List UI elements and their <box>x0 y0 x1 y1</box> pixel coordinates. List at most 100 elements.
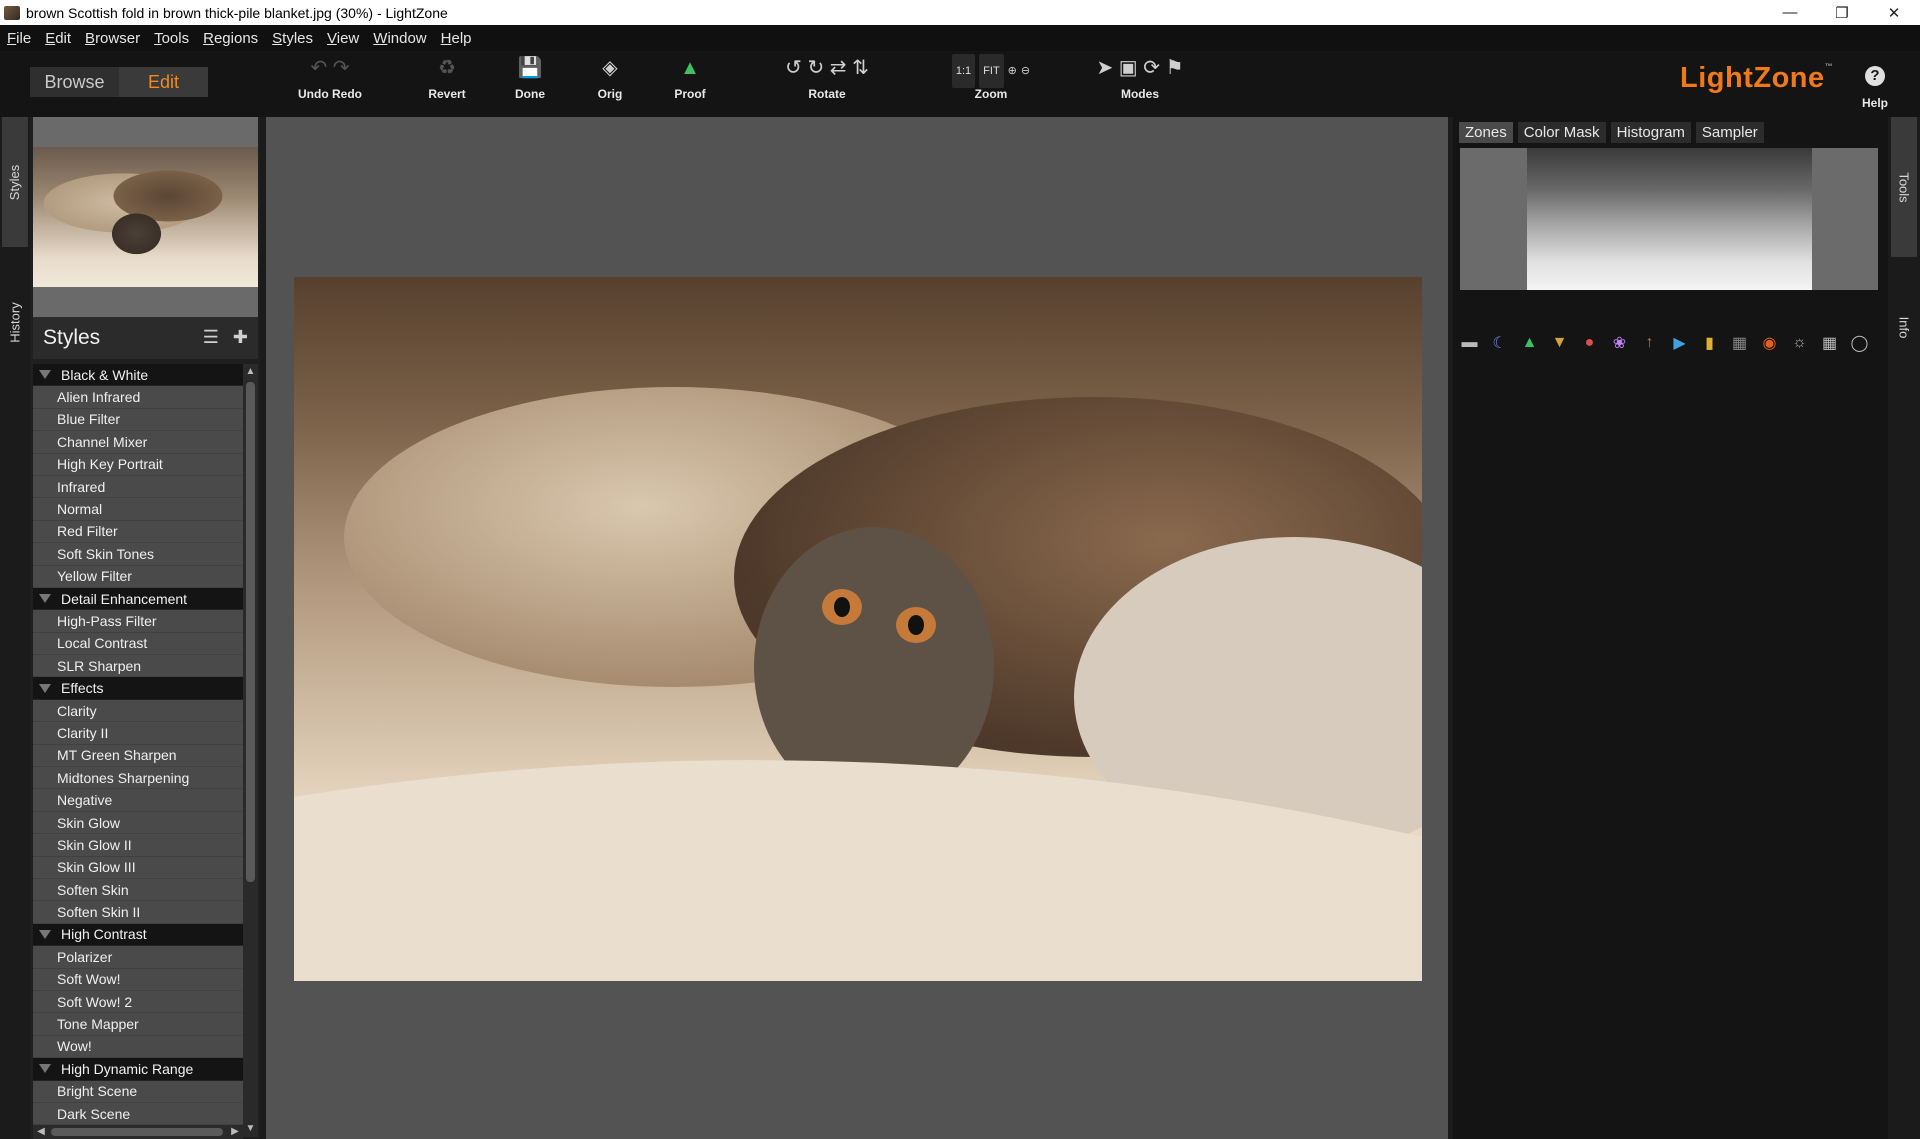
style-item[interactable]: Skin Glow III <box>33 856 243 879</box>
styles-horizontal-scrollbar[interactable]: ◀ ▶ <box>33 1125 243 1139</box>
browse-button[interactable]: Browse <box>30 67 119 97</box>
style-item[interactable]: High Key Portrait <box>33 453 243 476</box>
style-item[interactable]: Soft Wow! 2 <box>33 990 243 1014</box>
color-balance-icon[interactable]: ❀ <box>1609 333 1630 353</box>
noise-reduction-icon[interactable]: ▦ <box>1729 333 1750 353</box>
zoom-1to1-button[interactable]: 1:1 <box>951 54 976 88</box>
style-item[interactable]: Soften Skin <box>33 878 243 902</box>
scroll-left-icon[interactable]: ◀ <box>33 1125 49 1139</box>
style-item[interactable]: Channel Mixer <box>33 431 243 454</box>
zoom-out-icon[interactable]: ⊖ <box>1021 56 1030 86</box>
style-item[interactable]: Blue Filter <box>33 408 243 432</box>
style-item[interactable]: Soften Skin II <box>33 901 243 924</box>
style-item[interactable]: Tone Mapper <box>33 1013 243 1036</box>
tab-zones[interactable]: Zones <box>1459 122 1513 143</box>
tab-tools[interactable]: Tools <box>1891 117 1917 257</box>
tab-sampler[interactable]: Sampler <box>1695 122 1764 143</box>
add-style-icon[interactable]: ✚ <box>233 327 248 348</box>
save-icon[interactable]: 💾 <box>504 53 556 83</box>
style-item[interactable]: High-Pass Filter <box>33 610 243 633</box>
minimize-button[interactable]: — <box>1764 0 1816 25</box>
tab-history[interactable]: History <box>2 257 28 387</box>
restore-button[interactable]: ❐ <box>1816 0 1868 25</box>
list-view-icon[interactable]: ☰ <box>203 327 219 348</box>
sharpen-icon[interactable]: ▲ <box>1519 334 1540 352</box>
style-item[interactable]: Soft Wow! <box>33 968 243 991</box>
proof-icon[interactable]: ▲ <box>664 53 716 83</box>
undo-redo-icons[interactable]: ↶ ↷ <box>290 53 370 83</box>
style-item[interactable]: MT Green Sharpen <box>33 744 243 768</box>
style-item[interactable]: Infrared <box>33 475 243 499</box>
relight-icon[interactable]: ☾ <box>1489 333 1510 353</box>
style-category[interactable]: Effects <box>33 677 243 700</box>
hscrollbar-thumb[interactable] <box>51 1128 223 1136</box>
main-photo[interactable] <box>294 277 1422 981</box>
style-item[interactable]: Bright Scene <box>33 1080 243 1103</box>
rotate-icons[interactable]: ↺ ↻ ⇄ ⇅ <box>762 53 892 83</box>
rotate-mode-icon[interactable]: ⟳ <box>1143 57 1160 79</box>
style-category[interactable]: High Dynamic Range <box>33 1058 243 1081</box>
style-item[interactable]: Skin Glow <box>33 811 243 835</box>
menu-window[interactable]: Window <box>366 30 433 47</box>
red-eye-icon[interactable]: ◉ <box>1759 333 1780 353</box>
expand-triangle-icon[interactable] <box>39 594 51 604</box>
expand-triangle-icon[interactable] <box>39 929 51 939</box>
menu-browser[interactable]: Browser <box>78 30 147 47</box>
style-category[interactable]: High Contrast <box>33 923 243 947</box>
expand-triangle-icon[interactable] <box>39 683 51 693</box>
style-item[interactable]: Alien Infrared <box>33 386 243 409</box>
channel-mixer-icon[interactable]: ▶ <box>1669 333 1690 353</box>
menu-regions[interactable]: Regions <box>196 30 265 47</box>
style-item[interactable]: Yellow Filter <box>33 565 243 588</box>
scroll-down-icon[interactable]: ▼ <box>243 1121 258 1137</box>
menu-styles[interactable]: Styles <box>265 30 320 47</box>
style-item[interactable]: Clarity II <box>33 722 243 745</box>
style-item[interactable]: Dark Scene <box>33 1102 243 1126</box>
help-icon[interactable]: ? <box>1865 66 1885 86</box>
scrollbar-thumb[interactable] <box>246 382 255 882</box>
menu-tools[interactable]: Tools <box>147 30 196 47</box>
tab-histogram[interactable]: Histogram <box>1610 122 1691 143</box>
tone-curve-icon[interactable]: ◯ <box>1849 333 1870 353</box>
layers-icon[interactable]: ◈ <box>584 53 636 83</box>
style-item[interactable]: Skin Glow II <box>33 834 243 857</box>
menu-edit[interactable]: Edit <box>38 30 78 47</box>
tab-styles[interactable]: Styles <box>2 117 28 247</box>
style-item[interactable]: Negative <box>33 789 243 812</box>
styles-vertical-scrollbar[interactable]: ▲ ▼ <box>243 364 258 1137</box>
hue-saturation-icon[interactable]: ● <box>1579 334 1600 352</box>
menu-file[interactable]: File <box>0 30 38 47</box>
style-item[interactable]: Soft Skin Tones <box>33 543 243 566</box>
region-mode-icon[interactable]: ⚑ <box>1166 57 1184 79</box>
style-category[interactable]: Detail Enhancement <box>33 587 243 611</box>
revert-icon[interactable]: ♻ <box>420 53 474 83</box>
zonemapper-icon[interactable]: ▬ <box>1459 334 1480 352</box>
style-item[interactable]: Wow! <box>33 1035 243 1059</box>
style-item[interactable]: Normal <box>33 498 243 521</box>
arrow-mode-icon[interactable]: ➤ <box>1096 57 1113 79</box>
scroll-up-icon[interactable]: ▲ <box>243 364 258 380</box>
blur-icon[interactable]: ▼ <box>1549 334 1570 352</box>
edit-button[interactable]: Edit <box>119 67 208 97</box>
tab-color-mask[interactable]: Color Mask <box>1517 122 1606 143</box>
style-item[interactable]: Polarizer <box>33 946 243 969</box>
style-item[interactable]: Clarity <box>33 699 243 723</box>
white-balance-icon[interactable]: ↑ <box>1639 334 1660 352</box>
style-item[interactable]: Local Contrast <box>33 632 243 656</box>
style-item[interactable]: SLR Sharpen <box>33 655 243 678</box>
scroll-right-icon[interactable]: ▶ <box>227 1125 243 1139</box>
black-white-icon[interactable]: ▮ <box>1699 333 1720 353</box>
crop-mode-icon[interactable]: ▣ <box>1119 57 1138 79</box>
menu-view[interactable]: View <box>320 30 366 47</box>
expand-triangle-icon[interactable] <box>39 370 51 380</box>
tab-info[interactable]: Info <box>1891 267 1917 387</box>
zoom-fit-button[interactable]: FIT <box>979 54 1004 88</box>
close-button[interactable]: ✕ <box>1868 0 1920 25</box>
style-category[interactable]: Black & White <box>33 364 243 387</box>
expand-triangle-icon[interactable] <box>39 1064 51 1074</box>
filmstrip-icon[interactable]: ▦ <box>1819 333 1840 353</box>
style-item[interactable]: Red Filter <box>33 520 243 544</box>
clone-icon[interactable]: ☼ <box>1789 334 1810 352</box>
style-item[interactable]: Midtones Sharpening <box>33 767 243 790</box>
zoom-in-icon[interactable]: ⊕ <box>1008 56 1017 86</box>
